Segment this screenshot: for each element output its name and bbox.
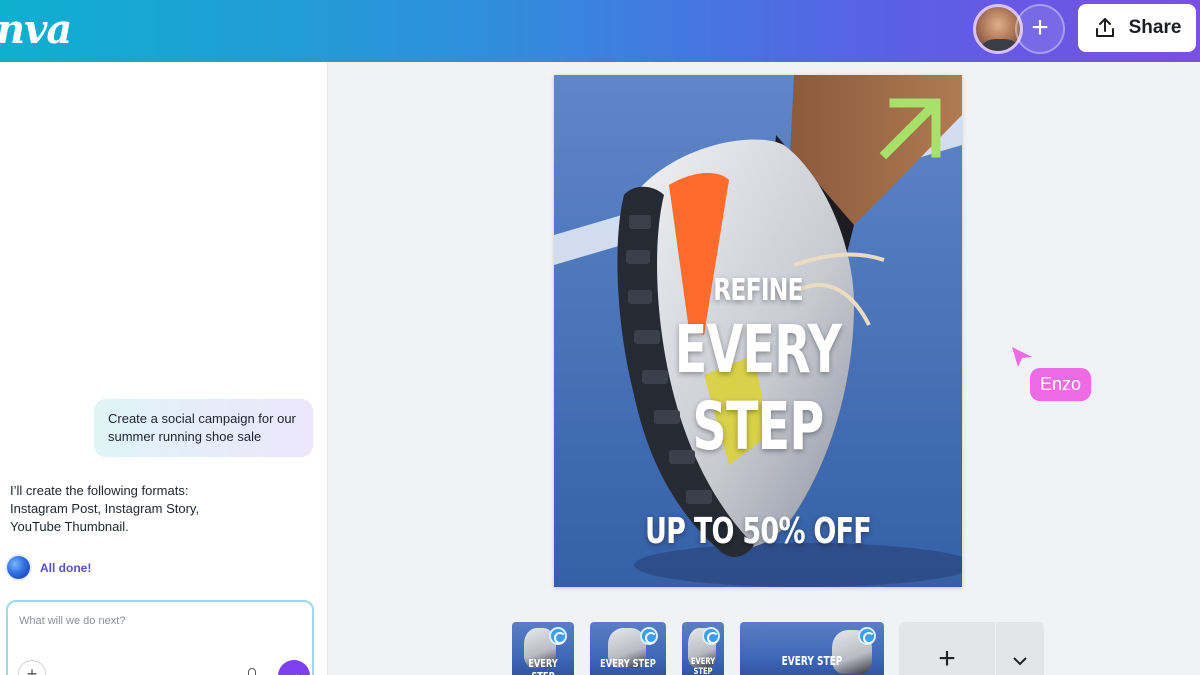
collaborator-name-tag: Enzo xyxy=(1030,368,1092,401)
page-thumbnail[interactable]: EVERY STEP xyxy=(512,622,574,675)
plus-icon: + xyxy=(1031,11,1049,44)
share-button[interactable]: Share xyxy=(1078,4,1196,52)
status-label: All done! xyxy=(40,560,92,575)
send-button[interactable]: → xyxy=(278,660,310,675)
share-label: Share xyxy=(1128,17,1182,38)
plus-icon: + xyxy=(938,642,956,675)
page-thumbnail[interactable]: EVERY STEP xyxy=(740,622,884,675)
ai-assistant-panel: Create a social campaign for our summer … xyxy=(0,62,328,675)
design-canvas[interactable]: REFINE EVERY STEP UP TO 50% OFF xyxy=(554,75,962,587)
thumbnail-label: EVERY STEP xyxy=(528,657,558,675)
offer-text[interactable]: UP TO 50% OFF xyxy=(605,511,911,552)
headline-main[interactable]: EVERY STEP xyxy=(611,311,905,465)
chevron-down-icon xyxy=(1013,657,1027,666)
expand-pages-button[interactable] xyxy=(996,622,1044,675)
prompt-box: + → xyxy=(6,600,314,675)
avatar-shirt xyxy=(982,39,1018,51)
prompt-input[interactable] xyxy=(19,615,299,627)
status-row: All done! xyxy=(7,556,91,579)
ai-badge-icon xyxy=(702,627,720,645)
add-page-button[interactable]: + xyxy=(899,622,995,675)
share-upload-icon xyxy=(1095,18,1114,37)
ai-badge-icon xyxy=(640,627,658,645)
canva-logo[interactable]: nva xyxy=(0,6,72,53)
page-thumbnail[interactable]: EVERY STEP xyxy=(590,622,666,675)
thumbnail-label: EVERY STEP xyxy=(781,654,843,668)
assistant-message: I’ll create the following formats: Insta… xyxy=(10,482,270,536)
ai-badge-icon xyxy=(858,627,876,645)
assistant-line: Instagram Post, Instagram Story, xyxy=(10,501,200,516)
page-thumbnail[interactable]: EVERY STEP xyxy=(682,622,724,675)
assistant-line: I’ll create the following formats: xyxy=(10,483,189,498)
headline-top[interactable]: REFINE xyxy=(599,273,917,308)
microphone-icon[interactable] xyxy=(248,668,256,675)
attach-plus-button[interactable]: + xyxy=(18,660,46,675)
ai-badge-icon xyxy=(549,627,567,645)
top-bar: nva + Share xyxy=(0,0,1200,62)
collaborator-cursor-icon xyxy=(1012,347,1032,367)
arrow-right-icon: → xyxy=(286,666,302,675)
ai-orb-icon xyxy=(7,556,30,579)
assistant-line: YouTube Thumbnail. xyxy=(10,519,129,534)
add-collaborator-button[interactable]: + xyxy=(1015,4,1065,54)
user-message-bubble: Create a social campaign for our summer … xyxy=(94,399,313,457)
thumbnail-label: EVERY STEP xyxy=(690,657,716,675)
thumbnail-label: EVERY STEP xyxy=(600,657,656,670)
